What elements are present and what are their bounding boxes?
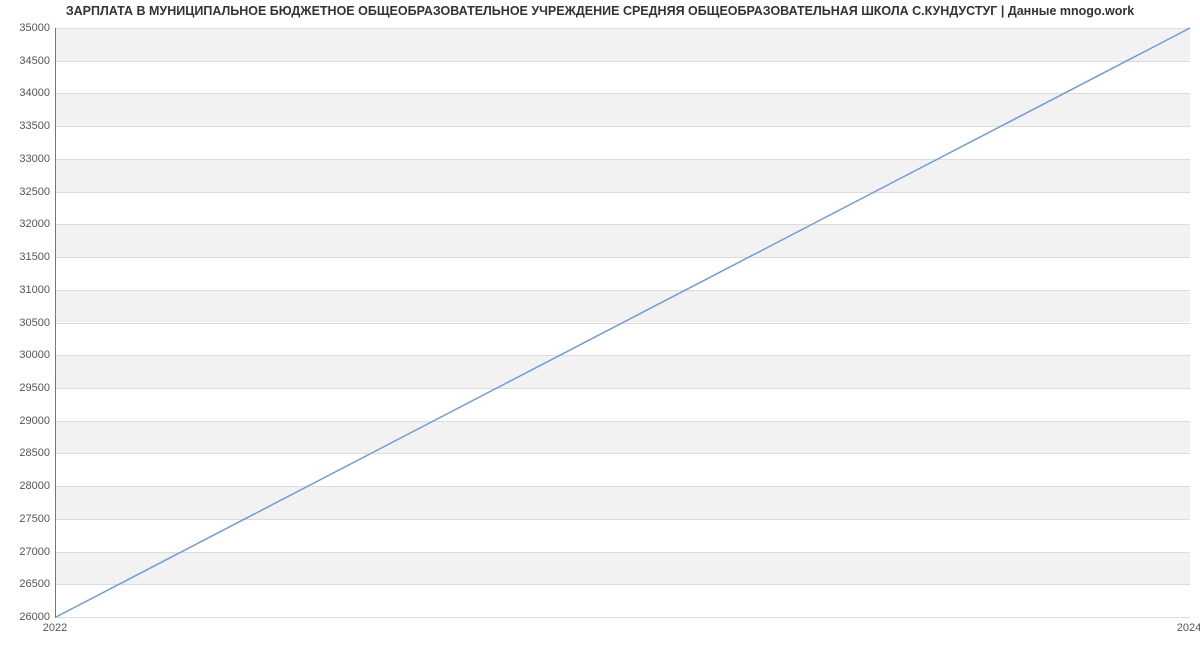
y-tick-label: 29000 <box>5 415 50 427</box>
y-tick-label: 32500 <box>5 186 50 198</box>
y-tick-label: 31500 <box>5 251 50 263</box>
chart-title: ЗАРПЛАТА В МУНИЦИПАЛЬНОЕ БЮДЖЕТНОЕ ОБЩЕО… <box>0 4 1200 18</box>
y-tick-label: 34500 <box>5 55 50 67</box>
y-tick-label: 33000 <box>5 153 50 165</box>
x-tick-label: 2022 <box>43 622 67 634</box>
y-tick-label: 34000 <box>5 87 50 99</box>
y-tick-label: 30000 <box>5 349 50 361</box>
y-tick-label: 33500 <box>5 120 50 132</box>
y-tick-label: 29500 <box>5 382 50 394</box>
y-tick-label: 27500 <box>5 513 50 525</box>
plot-area <box>55 28 1190 618</box>
chart-container: ЗАРПЛАТА В МУНИЦИПАЛЬНОЕ БЮДЖЕТНОЕ ОБЩЕО… <box>0 0 1200 650</box>
y-tick-label: 26500 <box>5 578 50 590</box>
y-tick-label: 31000 <box>5 284 50 296</box>
y-tick-label: 28000 <box>5 480 50 492</box>
y-tick-label: 32000 <box>5 218 50 230</box>
y-tick-label: 30500 <box>5 317 50 329</box>
x-tick-label: 2024 <box>1177 622 1200 634</box>
y-tick-label: 27000 <box>5 546 50 558</box>
line-layer <box>56 28 1190 617</box>
y-tick-label: 28500 <box>5 447 50 459</box>
grid-line <box>56 617 1190 618</box>
y-tick-label: 35000 <box>5 22 50 34</box>
series-line <box>56 28 1190 617</box>
